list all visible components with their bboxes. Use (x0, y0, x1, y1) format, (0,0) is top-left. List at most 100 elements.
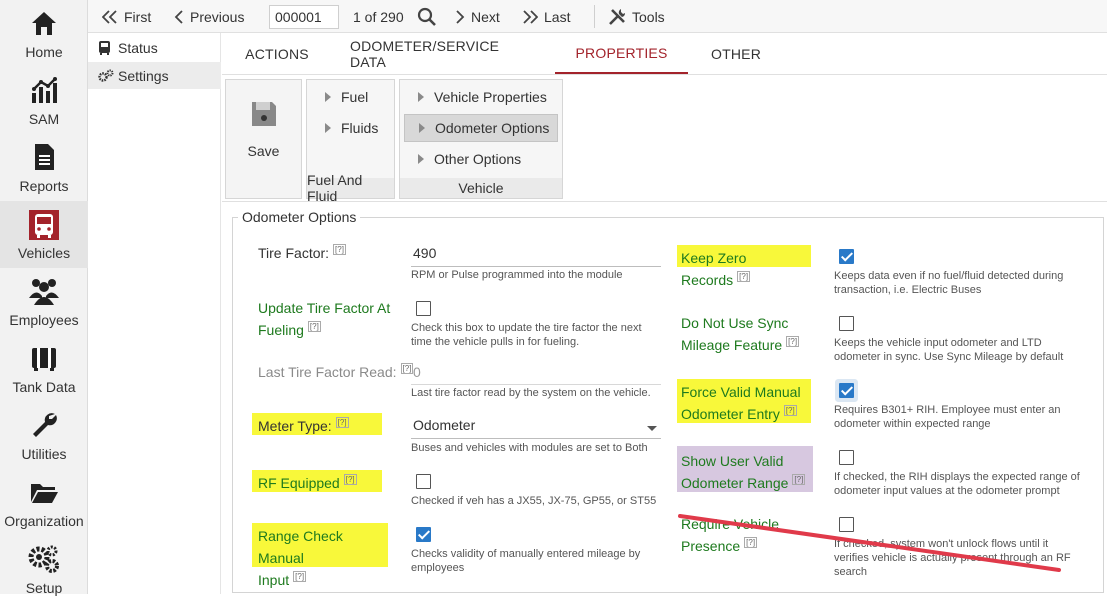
nav-vehicles[interactable]: Vehicles (0, 201, 88, 268)
nav-home-label: Home (25, 44, 63, 60)
tools-label: Tools (632, 8, 665, 25)
help-icon[interactable]: [?] (400, 363, 414, 375)
nav-sam-label: SAM (28, 111, 60, 127)
ribbon-vehicle-properties[interactable]: Vehicle Properties (404, 83, 558, 111)
vehicle-group-title: Vehicle (400, 178, 562, 198)
force-valid-label-line1: Force Valid Manual (681, 384, 801, 400)
vehicle-subnav: Status Settings (88, 33, 221, 594)
subnav-status[interactable]: Status (88, 34, 221, 61)
show-valid-odometer-range-help: If checked, the RIH displays the expecte… (834, 470, 1080, 498)
last-tire-factor-label-text: Last Tire Factor Read: (258, 364, 397, 380)
tire-factor-underline (411, 266, 661, 267)
search-button[interactable] (417, 0, 443, 33)
update-tire-factor-help: Check this box to update the tire factor… (411, 321, 642, 349)
nav-tank-data[interactable]: Tank Data (0, 335, 88, 402)
nav-home[interactable]: Home (0, 0, 88, 67)
double-chevron-left-icon (102, 9, 117, 24)
chevron-left-icon (174, 9, 183, 24)
help-icon[interactable]: [?] (792, 474, 806, 486)
nav-utilities-label: Utilities (21, 446, 67, 462)
require-presence-label-line2: Presence (681, 538, 741, 554)
subnav-settings[interactable]: Settings (88, 62, 221, 89)
no-sync-label-line2: Mileage Feature (681, 337, 783, 353)
ribbon-fluids[interactable]: Fluids (311, 114, 378, 142)
keep-zero-records-checkbox[interactable] (839, 249, 854, 264)
help-icon[interactable]: [?] (293, 571, 307, 583)
nav-tank-data-label: Tank Data (12, 379, 76, 395)
tab-bar: ACTIONS ODOMETER/SERVICE DATA PROPERTIES… (222, 33, 1107, 75)
previous-label: Previous (190, 8, 245, 25)
first-button[interactable]: First (102, 0, 151, 33)
force-valid-odometer-checkbox[interactable] (839, 383, 854, 398)
bus-icon (0, 209, 88, 240)
update-tire-factor-label: Update Tire Factor At Fueling [?] (258, 297, 390, 341)
last-button[interactable]: Last (522, 0, 570, 33)
no-sync-mileage-checkbox[interactable] (839, 316, 854, 331)
ribbon-odometer-options[interactable]: Odometer Options (404, 114, 558, 142)
tab-other[interactable]: OTHER (702, 33, 770, 74)
triangle-right-icon (418, 92, 424, 102)
show-valid-label-line1: Show User Valid (681, 453, 784, 469)
tab-actions[interactable]: ACTIONS (234, 33, 320, 74)
main-navigation: Home SAM Reports Vehicles Employees Tank… (0, 0, 88, 596)
help-icon[interactable]: [?] (737, 271, 751, 283)
help-icon[interactable]: [?] (307, 321, 321, 333)
tab-odometer-service-data[interactable]: ODOMETER/SERVICE DATA (350, 33, 530, 74)
nav-reports-label: Reports (19, 178, 69, 194)
nav-utilities[interactable]: Utilities (0, 402, 88, 469)
range-check-label-line2: Input (258, 572, 290, 588)
save-button[interactable]: Save (225, 79, 302, 199)
nav-organization[interactable]: Organization (0, 469, 88, 536)
nav-employees[interactable]: Employees (0, 268, 88, 335)
update-tire-factor-label-line2: Fueling (258, 322, 304, 338)
previous-button[interactable]: Previous (174, 0, 244, 33)
last-label: Last (544, 8, 571, 25)
show-valid-label-line2: Odometer Range (681, 475, 789, 491)
nav-setup[interactable]: Setup (0, 536, 88, 603)
force-valid-help-line1: Requires B301+ RIH. Employee must enter … (834, 404, 1061, 416)
subnav-settings-label: Settings (118, 67, 169, 84)
tire-factor-input[interactable]: 490 (413, 245, 436, 261)
tab-properties[interactable]: PROPERTIES (555, 33, 688, 74)
show-valid-odometer-range-checkbox[interactable] (839, 450, 854, 465)
tools-icon (609, 8, 626, 25)
ribbon-fuel-label: Fuel (341, 89, 369, 105)
keep-zero-help-line2: transaction, i.e. Electric Buses (834, 284, 982, 296)
rf-equipped-checkbox[interactable] (416, 474, 431, 489)
range-check-checkbox[interactable] (416, 527, 431, 542)
triangle-right-icon (418, 154, 424, 164)
require-presence-help-line3: search (834, 566, 868, 578)
chart-icon (0, 75, 88, 105)
help-icon[interactable]: [?] (786, 336, 800, 348)
range-check-help-line2: employees (411, 562, 465, 574)
nav-sam[interactable]: SAM (0, 67, 88, 134)
nav-reports[interactable]: Reports (0, 134, 88, 201)
show-valid-help-line1: If checked, the RIH displays the expecte… (834, 471, 1080, 483)
update-tire-factor-checkbox[interactable] (416, 301, 431, 316)
triangle-right-icon (419, 123, 425, 133)
help-icon[interactable]: [?] (335, 417, 349, 429)
help-icon[interactable]: [?] (783, 405, 797, 417)
ribbon-other-options-label: Other Options (434, 151, 522, 167)
gears-small-icon (98, 69, 118, 83)
wrench-icon (0, 410, 88, 440)
ribbon-fuel[interactable]: Fuel (311, 83, 368, 111)
tools-button[interactable]: Tools (608, 0, 665, 33)
folder-icon (0, 477, 88, 507)
record-number-input[interactable] (269, 5, 339, 29)
keep-zero-records-label: Keep Zero Records [?] (677, 245, 811, 288)
meter-type-select[interactable]: Odometer (413, 417, 475, 433)
help-icon[interactable]: [?] (343, 474, 357, 486)
help-icon[interactable]: [?] (333, 244, 346, 256)
tank-icon (0, 343, 88, 373)
toolbar-divider (594, 5, 595, 28)
require-vehicle-presence-checkbox[interactable] (839, 517, 854, 532)
chevron-down-icon[interactable] (647, 426, 657, 431)
meter-type-underline (411, 438, 661, 439)
next-button[interactable]: Next (455, 0, 500, 33)
help-icon[interactable]: [?] (744, 537, 758, 549)
range-check-help-line1: Checks validity of manually entered mile… (411, 548, 641, 560)
double-chevron-right-icon (523, 9, 538, 24)
ribbon-other-options[interactable]: Other Options (404, 145, 558, 173)
last-tire-factor-underline (411, 384, 661, 385)
